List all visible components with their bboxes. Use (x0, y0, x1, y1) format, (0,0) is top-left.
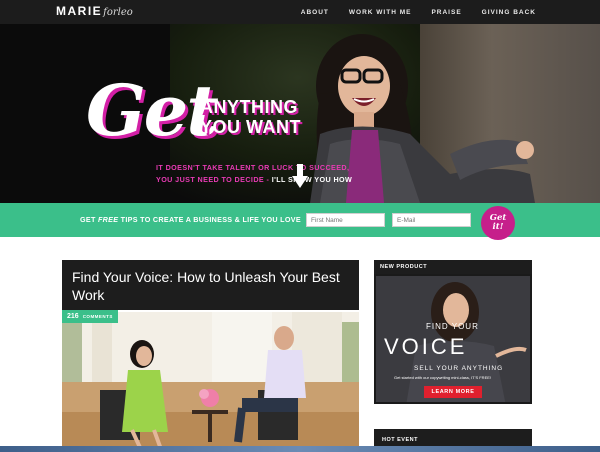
hot-event-label: HOT EVENT (382, 437, 418, 443)
hero-tagline-line2: YOU JUST NEED TO DECIDE - I'LL SHOW YOU … (156, 175, 352, 184)
new-product-header: NEW PRODUCT (374, 260, 532, 274)
nav-item-work-with-me[interactable]: WORK WITH ME (349, 9, 412, 16)
optin-label-prefix: GET (80, 215, 98, 224)
product-tiny-text: Get started with our copywriting mini-cl… (394, 375, 492, 380)
product-ad[interactable]: FIND YOUR VOICE SELL YOUR ANYTHING Get s… (374, 274, 532, 404)
comment-count-badge[interactable]: 216 COMMENTS (62, 310, 118, 323)
new-product-label: NEW PRODUCT (380, 264, 428, 270)
logo-script-text: forleo (103, 7, 133, 18)
article-title-box: Find Your Voice: How to Unleash Your Bes… (62, 260, 359, 310)
comment-count: 216 (67, 313, 79, 320)
logo-main-text: MARIE (56, 4, 103, 18)
article-video-thumbnail[interactable] (62, 312, 359, 452)
nav-item-praise[interactable]: PRAISE (431, 9, 461, 16)
os-taskbar (0, 446, 600, 452)
hero-tagline-line1: IT DOESN'T TAKE TALENT OR LUCK TO SUCCEE… (156, 163, 350, 172)
site-logo[interactable]: MARIE forleo (56, 4, 133, 20)
top-nav: MARIE forleo ABOUT WORK WITH ME PRAISE G… (0, 0, 600, 24)
nav-item-about[interactable]: ABOUT (301, 9, 329, 16)
hero-tagline-pink: YOU JUST NEED TO DECIDE - (156, 175, 272, 184)
optin-label: GET FREE TIPS TO CREATE A BUSINESS & LIF… (80, 215, 301, 224)
get-it-line2: it! (492, 222, 504, 232)
optin-label-suffix: TIPS TO CREATE A BUSINESS & LIFE YOU LOV… (118, 215, 301, 224)
first-name-input[interactable] (306, 213, 385, 227)
down-arrow-icon (292, 164, 308, 188)
product-sell: SELL YOUR ANYTHING (414, 365, 504, 372)
optin-label-free: FREE (97, 215, 119, 224)
hero-banner: Get ANYTHING YOU WANT IT DOESN'T TAKE TA… (0, 24, 600, 203)
hero-tagline-white: I'LL SHOW YOU HOW (271, 175, 353, 184)
hero-subhead-line1: ANYTHING (200, 97, 298, 117)
article-title[interactable]: Find Your Voice: How to Unleash Your Bes… (72, 268, 352, 304)
email-input[interactable] (392, 213, 471, 227)
hero-subhead: ANYTHING YOU WANT (200, 97, 301, 137)
hero-subhead-line2: YOU WANT (200, 117, 301, 137)
nav-item-giving-back[interactable]: GIVING BACK (482, 9, 536, 16)
comment-word: COMMENTS (82, 314, 113, 319)
featured-article: Find Your Voice: How to Unleash Your Bes… (62, 260, 359, 452)
product-find-your: FIND YOUR (426, 322, 479, 331)
nav-menu: ABOUT WORK WITH ME PRAISE GIVING BACK (301, 0, 536, 24)
learn-more-button[interactable]: LEARN MORE (424, 386, 482, 398)
get-it-button[interactable]: Get it! (481, 206, 515, 240)
hero-headline-get: Get (86, 69, 219, 152)
product-voice: VOICE (384, 334, 468, 359)
